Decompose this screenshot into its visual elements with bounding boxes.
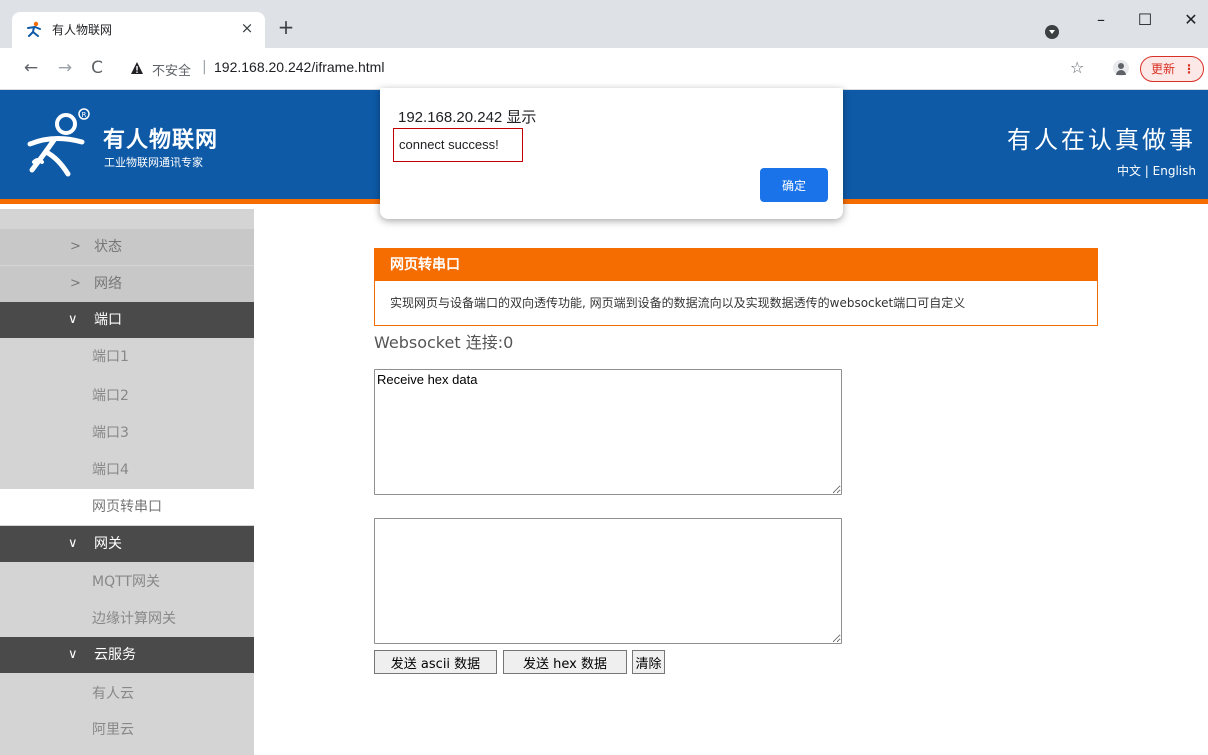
sidebar-item-label: MQTT网关 bbox=[92, 574, 160, 590]
sidebar-item-label: 阿里云 bbox=[92, 722, 134, 738]
sidebar-item-mqtt-gateway[interactable]: MQTT网关 bbox=[0, 564, 254, 600]
update-button[interactable]: 更新 ⋮ bbox=[1140, 56, 1204, 82]
chevron-right-icon: > bbox=[70, 239, 81, 254]
tab-close-icon[interactable]: × bbox=[238, 19, 256, 37]
alert-dialog: 192.168.20.242 显示 connect success! 确定 bbox=[380, 88, 843, 219]
insecure-label[interactable]: 不安全 bbox=[152, 60, 191, 79]
minimize-icon[interactable]: – bbox=[1086, 10, 1116, 32]
send-ascii-button[interactable]: 发送 ascii 数据 bbox=[374, 650, 497, 674]
sidebar-item-label: 边缘计算网关 bbox=[92, 611, 176, 627]
bookmark-star-icon[interactable]: ☆ bbox=[1070, 58, 1084, 77]
browser-addressbar: ← → C 不安全 | 192.168.20.242/iframe.html ☆… bbox=[0, 48, 1208, 90]
chevron-down-icon: ∨ bbox=[68, 312, 78, 327]
browser-tabbar: 有人物联网 × + – ☐ ✕ bbox=[0, 0, 1208, 48]
back-icon[interactable]: ← bbox=[20, 56, 42, 80]
browser-tab[interactable]: 有人物联网 × bbox=[12, 12, 265, 48]
update-label: 更新 bbox=[1151, 62, 1176, 76]
info-panel: 网页转串口 实现网页与设备端口的双向透传功能, 网页端到设备的数据流向以及实现数… bbox=[374, 248, 1098, 326]
chevron-right-icon: > bbox=[70, 276, 81, 291]
tab-title: 有人物联网 bbox=[52, 23, 113, 37]
brand-name: 有人物联网 bbox=[103, 128, 219, 153]
sidebar-section-gateway[interactable]: ∨ 网关 bbox=[0, 526, 254, 562]
maximize-icon[interactable]: ☐ bbox=[1130, 10, 1160, 32]
sidebar-item-aliyun[interactable]: 阿里云 bbox=[0, 712, 254, 748]
sidebar-item-port4[interactable]: 端口4 bbox=[0, 452, 254, 488]
forward-icon[interactable]: → bbox=[54, 56, 76, 80]
sidebar-section-cloud[interactable]: ∨ 云服务 bbox=[0, 637, 254, 673]
new-tab-icon[interactable]: + bbox=[276, 17, 296, 38]
sidebar-item-port3[interactable]: 端口3 bbox=[0, 415, 254, 451]
sidebar: > 状态 > 网络 ∨ 端口 端口1 端口2 端口3 端口4 网页转串口 ∨ 网… bbox=[0, 209, 254, 755]
sidebar-item-network[interactable]: > 网络 bbox=[0, 266, 254, 302]
websocket-status: Websocket 连接:0 bbox=[374, 333, 514, 352]
window-close-icon[interactable]: ✕ bbox=[1176, 10, 1206, 32]
alert-title: 192.168.20.242 显示 bbox=[398, 109, 537, 126]
brand-logo-icon: R bbox=[27, 108, 90, 177]
sidebar-item-web-to-serial[interactable]: 网页转串口 bbox=[0, 489, 254, 525]
alert-message: connect success! bbox=[399, 137, 499, 152]
sidebar-item-usr-cloud[interactable]: 有人云 bbox=[0, 676, 254, 712]
menu-dots-icon: ⋮ bbox=[1183, 62, 1195, 76]
site-favicon-icon bbox=[27, 21, 41, 37]
send-textarea[interactable] bbox=[374, 518, 842, 644]
sidebar-item-label: 端口2 bbox=[92, 388, 129, 404]
receive-textarea[interactable]: Receive hex data bbox=[374, 369, 842, 495]
media-control-icon[interactable] bbox=[1045, 25, 1059, 39]
alert-message-box: connect success! bbox=[393, 128, 523, 162]
slogan: 有人在认真做事 bbox=[1007, 126, 1196, 154]
sidebar-section-port[interactable]: ∨ 端口 bbox=[0, 302, 254, 338]
send-hex-button[interactable]: 发送 hex 数据 bbox=[503, 650, 627, 674]
url-separator: | bbox=[202, 59, 207, 75]
chevron-down-icon: ∨ bbox=[68, 536, 78, 551]
sidebar-item-label: 网页转串口 bbox=[92, 499, 162, 515]
panel-description: 实现网页与设备端口的双向透传功能, 网页端到设备的数据流向以及实现数据透传的we… bbox=[390, 296, 966, 310]
sidebar-item-port1[interactable]: 端口1 bbox=[0, 339, 254, 375]
sidebar-item-port2[interactable]: 端口2 bbox=[0, 378, 254, 414]
sidebar-item-label: 端口1 bbox=[92, 349, 129, 365]
sidebar-item-label: 网关 bbox=[94, 536, 122, 552]
chevron-down-icon: ∨ bbox=[68, 647, 78, 662]
alert-ok-button[interactable]: 确定 bbox=[760, 168, 828, 202]
sidebar-item-label: 端口3 bbox=[92, 425, 129, 441]
brand-subtitle: 工业物联网通讯专家 bbox=[104, 156, 203, 169]
url-input[interactable]: 192.168.20.242/iframe.html bbox=[214, 59, 384, 75]
panel-title: 网页转串口 bbox=[375, 249, 1097, 281]
profile-avatar-icon[interactable] bbox=[1113, 60, 1129, 76]
sidebar-item-status[interactable]: > 状态 bbox=[0, 229, 254, 265]
sidebar-item-label: 端口 bbox=[94, 312, 122, 328]
sidebar-item-label: 云服务 bbox=[94, 647, 136, 663]
svg-text:R: R bbox=[82, 111, 87, 119]
language-switch[interactable]: 中文 | English bbox=[1117, 162, 1196, 179]
reload-icon[interactable]: C bbox=[86, 56, 108, 80]
warning-icon[interactable] bbox=[130, 61, 144, 75]
clear-button[interactable]: 清除 bbox=[632, 650, 665, 674]
sidebar-item-label: 端口4 bbox=[92, 462, 129, 478]
sidebar-item-label: 有人云 bbox=[92, 686, 134, 702]
sidebar-item-edge-gateway[interactable]: 边缘计算网关 bbox=[0, 601, 254, 637]
